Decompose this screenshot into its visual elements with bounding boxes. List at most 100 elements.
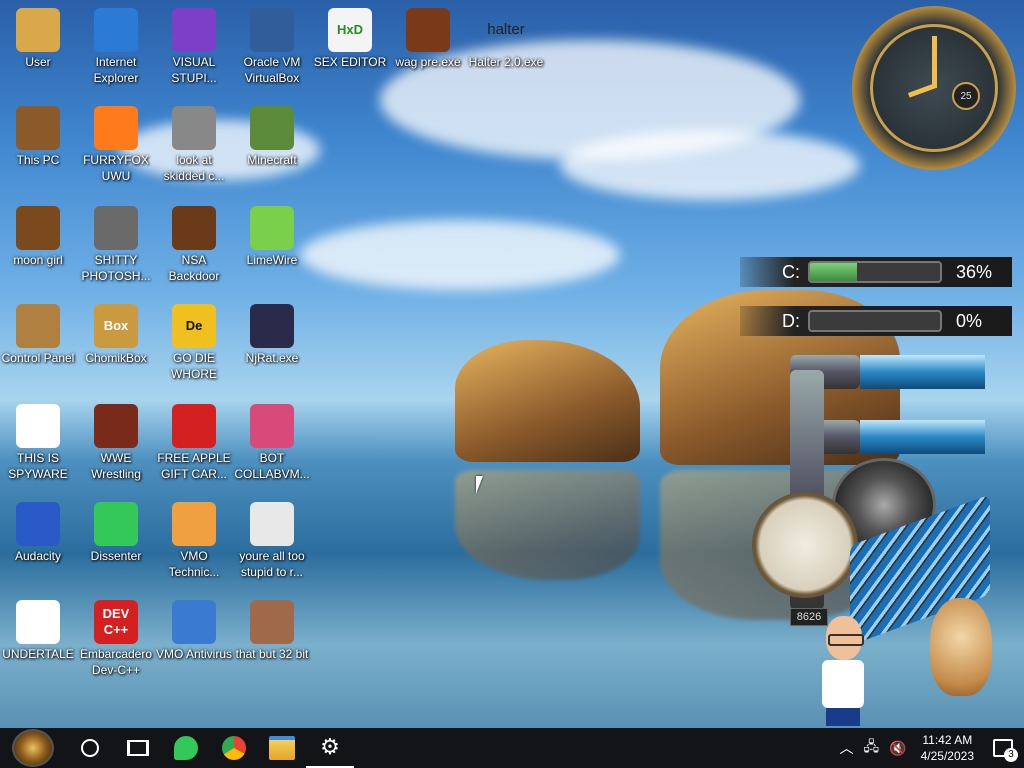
desktop-icon[interactable]: that but 32 bit: [233, 600, 311, 662]
cloud: [560, 130, 860, 200]
desktop-icon[interactable]: Dissenter: [77, 502, 155, 564]
portrait-painting-icon: [250, 600, 294, 644]
desktop-icon-label: WWE Wrestling: [91, 451, 141, 481]
desktop-icon[interactable]: Internet Explorer: [77, 8, 155, 86]
chrome-taskbar-icon: [222, 736, 246, 760]
start-button[interactable]: [0, 728, 66, 768]
desktop-icon[interactable]: LimeWire: [233, 206, 311, 268]
desktop-icon[interactable]: THIS IS SPYWARE: [0, 404, 77, 482]
cpu-tube: [860, 355, 985, 389]
desktop-icon[interactable]: Oracle VM VirtualBox: [233, 8, 311, 86]
portrait-sketch-icon: [250, 502, 294, 546]
desktop-icon[interactable]: HxD SEX EDITOR: [311, 8, 389, 70]
chevron-up-icon[interactable]: ︿: [834, 738, 860, 758]
desktop-icon-label: User: [25, 55, 51, 69]
dissenter-taskbar-button[interactable]: [162, 728, 210, 768]
settings-gear-icon: ⚙: [320, 734, 340, 759]
devcpp-icon: DEV C++: [94, 600, 138, 644]
desktop-icon[interactable]: VISUAL STUPI...: [155, 8, 233, 86]
desktop-icon[interactable]: User: [0, 8, 77, 70]
desktop-icon[interactable]: DEV C++ Embarcadero Dev-C++: [77, 600, 155, 678]
hex-editor-icon: HxD: [328, 8, 372, 52]
desktop-icon-label: VISUAL STUPI...: [171, 55, 217, 85]
desktop-icon-label: NSA Backdoor: [168, 253, 220, 283]
desktop-icon[interactable]: youre all too stupid to r...: [233, 502, 311, 580]
desktop-icon[interactable]: FURRYFOX UWU: [77, 106, 155, 184]
visual-studio-icon: [172, 8, 216, 52]
desktop-icon[interactable]: Audacity: [0, 502, 77, 564]
drive-c-meter: C: 36%: [740, 257, 1012, 287]
internet-explorer-icon: [94, 8, 138, 52]
desktop-icon-label: Dissenter: [90, 549, 142, 563]
desktop-icon[interactable]: halter Halter 2.0.exe: [467, 8, 545, 70]
drive-d-label: D:: [782, 310, 800, 331]
unity-icon: [16, 600, 60, 644]
dissenter-icon: [94, 502, 138, 546]
desktop-icon-label: Embarcadero Dev-C++: [79, 647, 153, 677]
desktop-icon[interactable]: SHITTY PHOTOSH...: [77, 206, 155, 284]
dissenter-taskbar-icon: [174, 736, 198, 760]
drive-c-percent: 36%: [956, 261, 993, 282]
desktop-icon[interactable]: look at skidded c...: [155, 106, 233, 184]
desktop-icon[interactable]: BOT COLLABVM...: [233, 404, 311, 482]
desktop-icon[interactable]: Control Panel: [0, 304, 77, 366]
drive-c-bar: [808, 261, 942, 283]
desktop-icon-label: Minecraft: [247, 153, 297, 167]
desktop-icon[interactable]: WWE Wrestling: [77, 404, 155, 482]
drive-c-label: C:: [782, 261, 800, 282]
de-letters-icon: De: [172, 304, 216, 348]
wooden-box-icon: [406, 8, 450, 52]
mouse-cursor: [476, 476, 483, 494]
desktop-icon[interactable]: wag pre.exe: [389, 8, 467, 70]
desktop-icon-label: SHITTY PHOTOSH...: [81, 253, 151, 283]
desktop-icon[interactable]: moon girl: [0, 206, 77, 268]
notification-count-badge: 3: [1004, 748, 1018, 762]
volume-muted-icon[interactable]: 🔇: [883, 740, 912, 757]
lightbulb-gear-icon: [16, 304, 60, 348]
shield-icon: [172, 600, 216, 644]
hamster-character: [930, 598, 992, 696]
desktop-icon-label: ChomikBox: [85, 351, 147, 365]
notification-center-button[interactable]: 3: [982, 728, 1024, 768]
settings-taskbar-button[interactable]: ⚙: [306, 728, 354, 768]
system-tray: ︿ 🖧 🔇 11:42 AM 4/25/2023 3: [834, 728, 1024, 768]
gimp-icon: [94, 206, 138, 250]
desktop-icon-label: Audacity: [14, 549, 62, 563]
firefox-icon: [94, 106, 138, 150]
wooden-cabinet-icon: [16, 206, 60, 250]
tray-clock[interactable]: 11:42 AM 4/25/2023: [913, 732, 982, 764]
desktop-icon[interactable]: NjRat.exe: [233, 304, 311, 366]
chrome-taskbar-button[interactable]: [210, 728, 258, 768]
desktop-icon-label: This PC: [16, 153, 60, 167]
desktop-icon[interactable]: VMO Antivirus: [155, 600, 233, 662]
desktop-icon[interactable]: This PC: [0, 106, 77, 168]
file-explorer-icon: [269, 736, 295, 760]
monitor-icon: [250, 404, 294, 448]
desktop-icon[interactable]: FREE APPLE GIFT CAR...: [155, 404, 233, 482]
network-icon[interactable]: 🖧: [860, 736, 884, 760]
steampunk-clock-widget[interactable]: 25: [852, 6, 1016, 170]
desktop-icon[interactable]: Box ChomikBox: [77, 304, 155, 366]
task-view-button[interactable]: [114, 728, 162, 768]
desktop-icon[interactable]: NSA Backdoor: [155, 206, 233, 284]
file-explorer-button[interactable]: [258, 728, 306, 768]
desktop-icon[interactable]: UNDERTALE: [0, 600, 77, 662]
desktop-icon-label: GO DIE WHORE: [171, 351, 217, 381]
desktop-icon[interactable]: Minecraft: [233, 106, 311, 168]
drive-d-percent: 0%: [956, 310, 983, 331]
halter-text-icon: halter: [487, 21, 525, 38]
search-circle-icon: [81, 739, 99, 757]
clock-day-dial: 25: [952, 82, 980, 110]
desktop-icon[interactable]: VMO Technic...: [155, 502, 233, 580]
desktop-icon-label: LimeWire: [246, 253, 298, 267]
desktop-icon[interactable]: De GO DIE WHORE: [155, 304, 233, 382]
desktop-icon-label: youre all too stupid to r...: [239, 549, 305, 579]
hamster-box-icon: Box: [94, 304, 138, 348]
virtualbox-icon: [250, 8, 294, 52]
desktop-icon-label: FREE APPLE GIFT CAR...: [157, 451, 231, 481]
search-button[interactable]: [66, 728, 114, 768]
task-view-icon: [127, 740, 149, 756]
desktop-icon-label: that but 32 bit: [235, 647, 309, 661]
tray-time: 11:42 AM: [922, 733, 973, 747]
desktop-icon-label: NjRat.exe: [245, 351, 299, 365]
